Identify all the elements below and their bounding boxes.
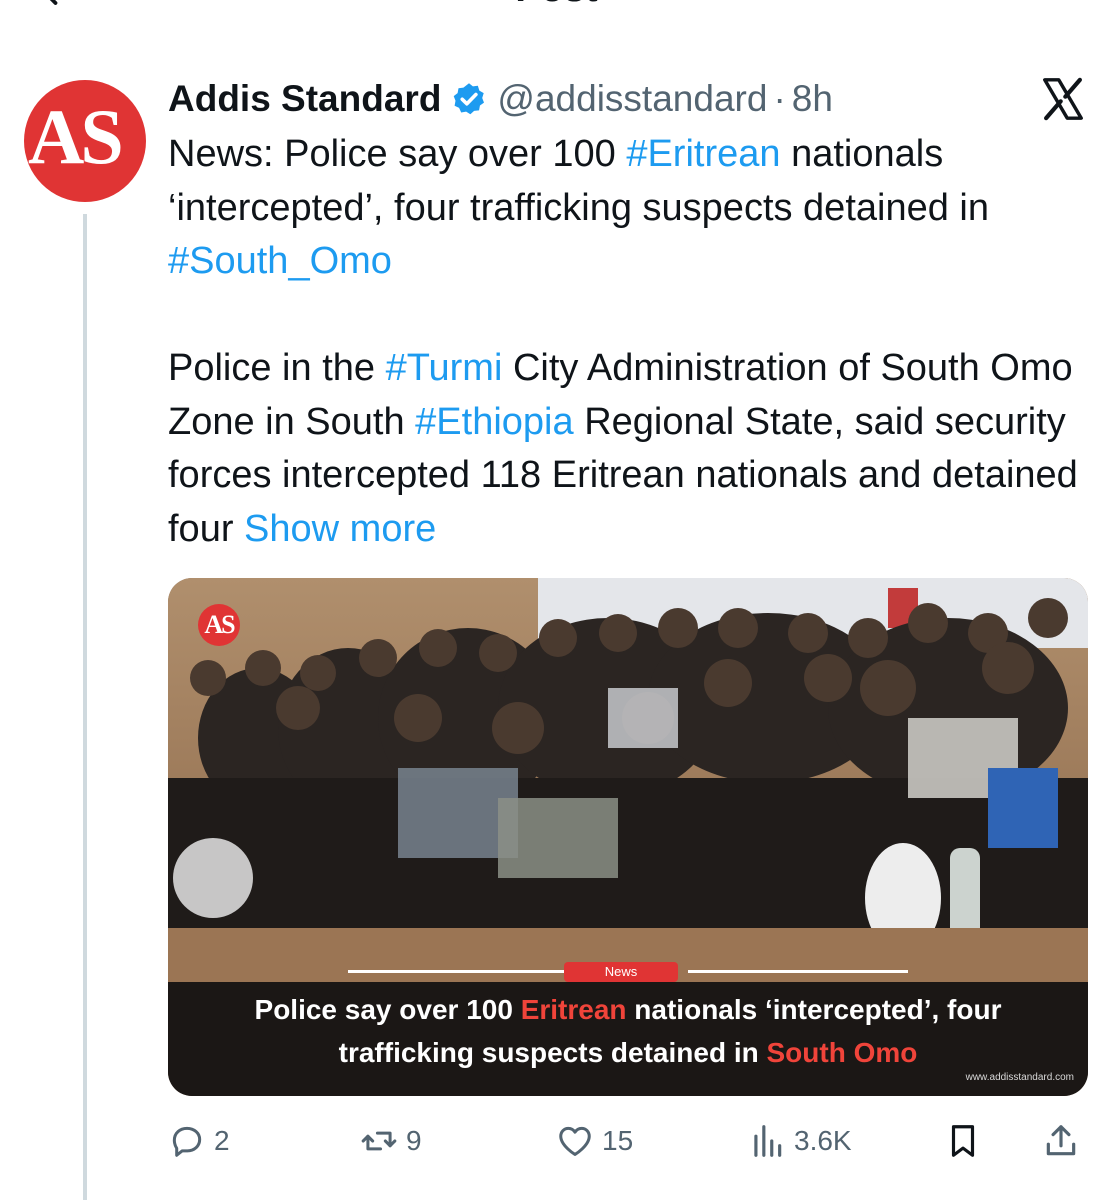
caption-highlight: Eritrean — [520, 994, 627, 1025]
caption-text: nationals ‘intercepted’, four — [626, 994, 1002, 1025]
separator-dot: · — [773, 78, 786, 119]
share-button[interactable] — [1042, 1118, 1080, 1164]
views-icon — [754, 1125, 782, 1157]
caption-text: trafficking suspects detained in — [338, 1037, 767, 1068]
media-caption: Police say over 100 Eritrean nationals ‘… — [168, 988, 1088, 1074]
bookmark-button[interactable] — [944, 1118, 982, 1164]
author-row: Addis Standard @addisstandard · 8h — [168, 76, 833, 122]
caption-rule-left — [348, 970, 568, 973]
author-handle[interactable]: @addisstandard — [497, 78, 767, 120]
show-more-link[interactable]: Show more — [244, 508, 436, 550]
caption-line-1: Police say over 100 Eritrean nationals ‘… — [168, 988, 1088, 1031]
hashtag-text: News: Police say over 100 — [168, 133, 627, 175]
page-title: Post — [0, 0, 1113, 11]
hashtag-text: Police in the — [168, 347, 386, 389]
media-logo: AS — [198, 604, 240, 646]
like-count: 15 — [602, 1125, 634, 1156]
caption-rule-right — [688, 970, 908, 973]
views-count: 3.6K — [794, 1125, 852, 1156]
tweet-paragraph-1: News: Police say over 100 #Eritrean nati… — [168, 128, 1088, 289]
tweet-paragraph-2: Police in the #Turmi City Administration… — [168, 342, 1088, 556]
author-name[interactable]: Addis Standard — [168, 78, 441, 120]
action-bar: 2 9 15 3.6K — [168, 1118, 1088, 1164]
share-icon — [1046, 1125, 1076, 1156]
like-icon — [559, 1126, 591, 1156]
tweet-text: News: Police say over 100 #Eritrean nati… — [168, 128, 1088, 556]
author-avatar[interactable]: AS — [24, 80, 146, 202]
x-logo-icon — [1043, 77, 1083, 121]
reply-button[interactable]: 2 — [168, 1118, 230, 1164]
repost-count: 9 — [406, 1125, 422, 1156]
avatar-logo-text: AS — [28, 93, 124, 180]
media-image[interactable]: AS News Police say over 100 Eritrean nat… — [168, 578, 1088, 1096]
media-site-url: www.addisstandard.com — [965, 1072, 1074, 1083]
photo-scene — [168, 578, 1088, 982]
caption-highlight: South Omo — [766, 1037, 918, 1068]
hashtag-highlight[interactable]: #Ethiopia — [415, 401, 573, 443]
post-time[interactable]: 8h — [792, 78, 833, 120]
reply-count: 2 — [214, 1125, 230, 1156]
hashtag-highlight[interactable]: #South_Omo — [168, 240, 392, 282]
views-button[interactable]: 3.6K — [748, 1118, 852, 1164]
repost-icon — [361, 1131, 397, 1151]
bookmark-icon — [951, 1125, 975, 1157]
repost-button[interactable]: 9 — [360, 1118, 422, 1164]
thread-line — [83, 214, 87, 1200]
hashtag-highlight[interactable]: #Eritrean — [626, 133, 780, 175]
hashtag-highlight[interactable]: #Turmi — [386, 347, 503, 389]
verified-badge-icon — [454, 83, 485, 115]
like-button[interactable]: 15 — [556, 1118, 633, 1164]
caption-text: Police say over 100 — [254, 994, 521, 1025]
top-bar: Post — [0, 0, 1113, 12]
news-label: News — [564, 962, 678, 982]
reply-icon — [172, 1126, 202, 1157]
caption-line-2: trafficking suspects detained in South O… — [168, 1031, 1088, 1074]
